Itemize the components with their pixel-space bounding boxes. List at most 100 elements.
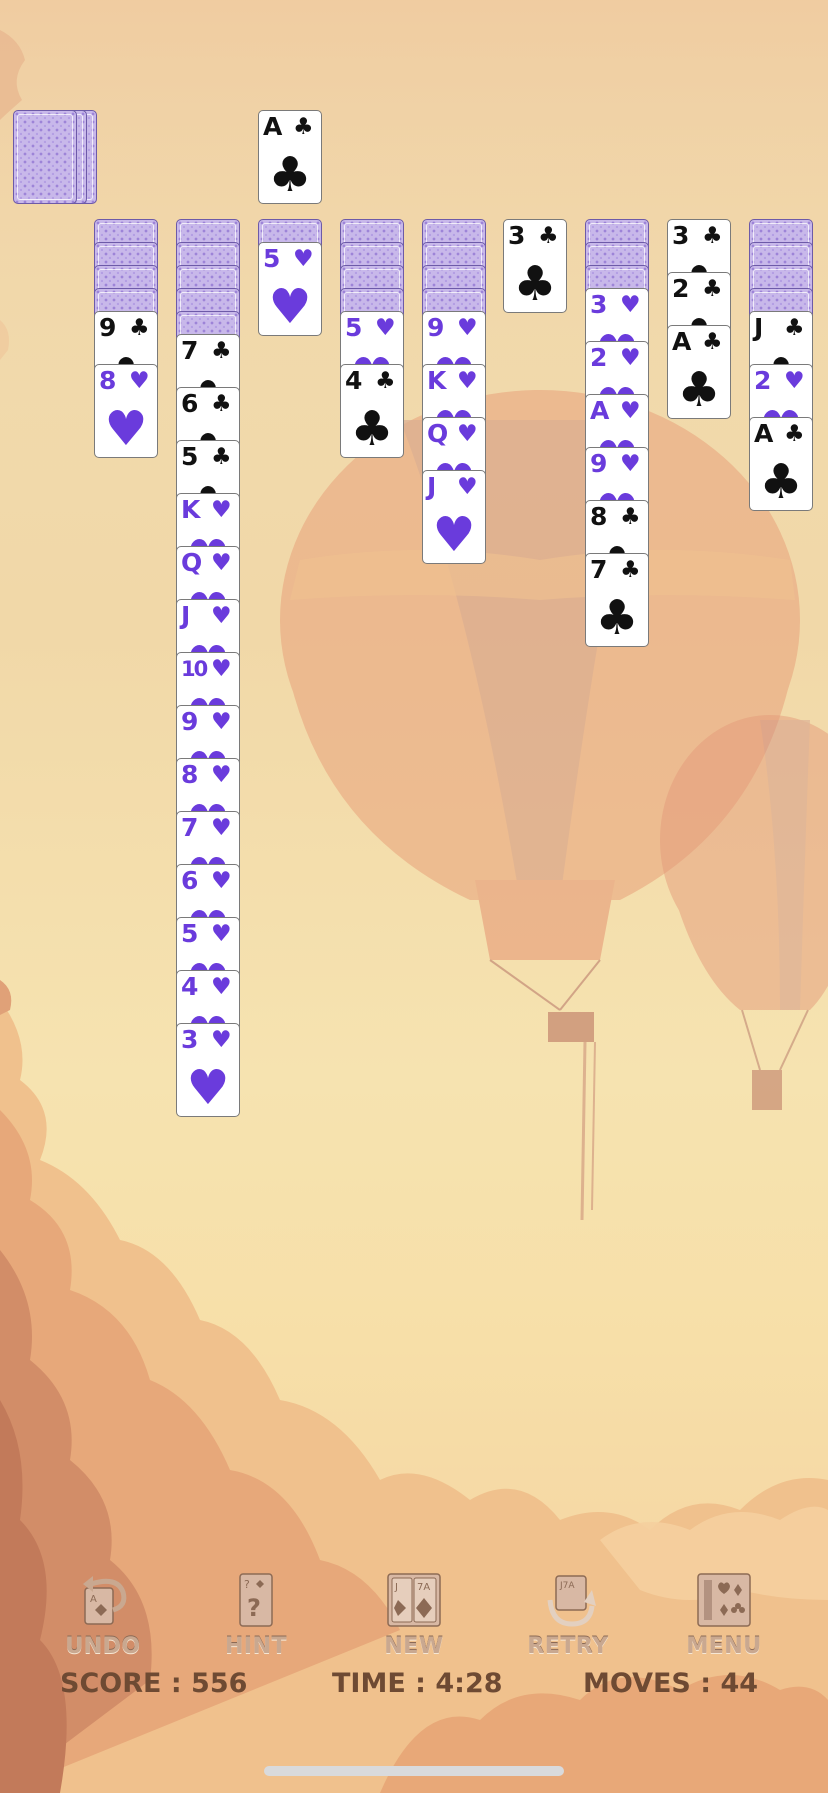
card-rank: 6 — [181, 389, 199, 418]
hearts-suit-icon: ♥ — [186, 1060, 230, 1116]
card-4-of-clubs[interactable]: 4 ♣ ♣ — [340, 364, 404, 458]
hearts-suit-icon: ♥ — [432, 507, 476, 563]
undo-icon: A — [83, 1576, 127, 1625]
hearts-suit-icon: ♥ — [211, 974, 232, 1000]
card-rank: A — [263, 112, 283, 141]
hearts-suit-icon: ♥ — [457, 474, 478, 500]
hearts-suit-icon: ♥ — [104, 401, 148, 457]
card-rank: Q — [427, 419, 449, 448]
card-a-of-clubs[interactable]: A ♣ ♣ — [749, 417, 813, 511]
card-rank: J — [754, 313, 764, 342]
hearts-suit-icon: ♥ — [620, 292, 641, 318]
card-rank: Q — [181, 548, 203, 577]
svg-text:?: ? — [244, 1578, 250, 1591]
stats-bar: SCORE : 556 TIME : 4:28 MOVES : 44 — [0, 1668, 828, 1708]
hearts-suit-icon: ♥ — [620, 398, 641, 424]
svg-text:7A: 7A — [417, 1582, 430, 1593]
clubs-suit-icon: ♣ — [293, 114, 314, 140]
card-rank: 3 — [181, 1025, 199, 1054]
score-display: SCORE : 556 — [60, 1668, 248, 1699]
retry-button[interactable]: J7A RETRY — [508, 1570, 628, 1670]
hearts-suit-icon: ♥ — [293, 246, 314, 272]
card-rank: 4 — [181, 972, 199, 1001]
card-rank: J — [181, 601, 191, 630]
hearts-suit-icon: ♥ — [211, 497, 232, 523]
hearts-suit-icon: ♥ — [620, 451, 641, 477]
hearts-suit-icon: ♥ — [457, 315, 478, 341]
clubs-suit-icon: ♣ — [702, 223, 723, 249]
card-7-of-clubs[interactable]: 7 ♣ ♣ — [585, 553, 649, 647]
card-rank: 8 — [181, 760, 199, 789]
hearts-suit-icon: ♥ — [211, 868, 232, 894]
moves-display: MOVES : 44 — [583, 1668, 759, 1699]
card-rank: A — [754, 419, 774, 448]
clubs-suit-icon: ♣ — [538, 223, 559, 249]
hearts-suit-icon: ♥ — [211, 762, 232, 788]
card-rank: 9 — [99, 313, 117, 342]
new-game-label: NEW — [384, 1634, 444, 1659]
hearts-suit-icon: ♥ — [211, 603, 232, 629]
card-rank: 6 — [181, 866, 199, 895]
hearts-suit-icon: ♥ — [211, 815, 232, 841]
card-rank: 9 — [181, 707, 199, 736]
svg-text:A: A — [90, 1594, 97, 1605]
retry-label: RETRY — [527, 1634, 609, 1659]
stock-card-back[interactable] — [13, 110, 77, 204]
card-rank: 5 — [263, 244, 281, 273]
card-3-of-hearts[interactable]: 3 ♥ ♥ — [176, 1023, 240, 1117]
clubs-suit-icon: ♣ — [702, 276, 723, 302]
clubs-suit-icon: ♣ — [129, 315, 150, 341]
hint-button[interactable]: ? ? HINT — [196, 1570, 316, 1670]
game-board: A ♣ ♣ 9 ♣ ♣ 8 ♥ ♥ 7 ♣ ♣ 6 ♣ ♣ 5 ♣ ♣ K ♥ ♥ Q ♥ ♥ J ♥ ♥ 10 ♥ ♥ 9 ♥ ♥ 8 ♥ ♥ 7 ♥… — [0, 0, 828, 1793]
card-j-of-hearts[interactable]: J ♥ ♥ — [422, 470, 486, 564]
card-rank: 5 — [181, 919, 199, 948]
clubs-suit-icon: ♣ — [375, 368, 396, 394]
clubs-suit-icon: ♣ — [595, 590, 639, 646]
undo-button[interactable]: A UNDO — [43, 1570, 163, 1670]
card-3-of-clubs[interactable]: 3 ♣ ♣ — [503, 219, 567, 313]
card-rank: 7 — [181, 813, 199, 842]
clubs-suit-icon: ♣ — [350, 401, 394, 457]
svg-text:J7A: J7A — [559, 1581, 575, 1591]
card-rank: 10 — [181, 657, 208, 681]
clubs-suit-icon: ♣ — [211, 391, 232, 417]
hearts-suit-icon: ♥ — [211, 921, 232, 947]
time-display: TIME : 4:28 — [332, 1668, 503, 1699]
card-rank: A — [590, 396, 610, 425]
clubs-suit-icon: ♣ — [702, 329, 723, 355]
hearts-suit-icon: ♥ — [129, 368, 150, 394]
card-rank: 3 — [590, 290, 608, 319]
card-rank: 9 — [590, 449, 608, 478]
hearts-suit-icon: ♥ — [211, 1027, 232, 1053]
hearts-suit-icon: ♥ — [457, 368, 478, 394]
new-game-button[interactable]: J 7A NEW — [354, 1570, 474, 1670]
hint-label: HINT — [224, 1634, 288, 1659]
clubs-suit-icon: ♣ — [211, 444, 232, 470]
menu-label: MENU — [686, 1634, 762, 1659]
menu-icon — [697, 1573, 751, 1627]
card-rank: 2 — [754, 366, 772, 395]
hearts-suit-icon: ♥ — [268, 279, 312, 335]
card-rank: 9 — [427, 313, 445, 342]
card-rank: 5 — [345, 313, 363, 342]
bottom-toolbar: A UNDO ? ? HINT J 7A NEW J7A RETRY MENU — [0, 1560, 828, 1680]
clubs-suit-icon: ♣ — [211, 338, 232, 364]
clubs-suit-icon: ♣ — [677, 362, 721, 418]
hearts-suit-icon: ♥ — [784, 368, 805, 394]
hint-icon: ? ? — [239, 1573, 273, 1627]
clubs-suit-icon: ♣ — [784, 315, 805, 341]
card-rank: 3 — [672, 221, 690, 250]
clubs-suit-icon: ♣ — [620, 557, 641, 583]
card-rank: 7 — [181, 336, 199, 365]
menu-button[interactable]: MENU — [664, 1570, 784, 1670]
card-rank: 4 — [345, 366, 363, 395]
card-rank: 2 — [672, 274, 690, 303]
hearts-suit-icon: ♥ — [375, 315, 396, 341]
card-5-of-hearts[interactable]: 5 ♥ ♥ — [258, 242, 322, 336]
card-rank: K — [427, 366, 447, 395]
card-8-of-hearts[interactable]: 8 ♥ ♥ — [94, 364, 158, 458]
retry-icon: J7A — [547, 1575, 596, 1627]
clubs-suit-icon: ♣ — [620, 504, 641, 530]
card-a-of-clubs[interactable]: A ♣ ♣ — [667, 325, 731, 419]
home-indicator[interactable] — [264, 1766, 564, 1776]
